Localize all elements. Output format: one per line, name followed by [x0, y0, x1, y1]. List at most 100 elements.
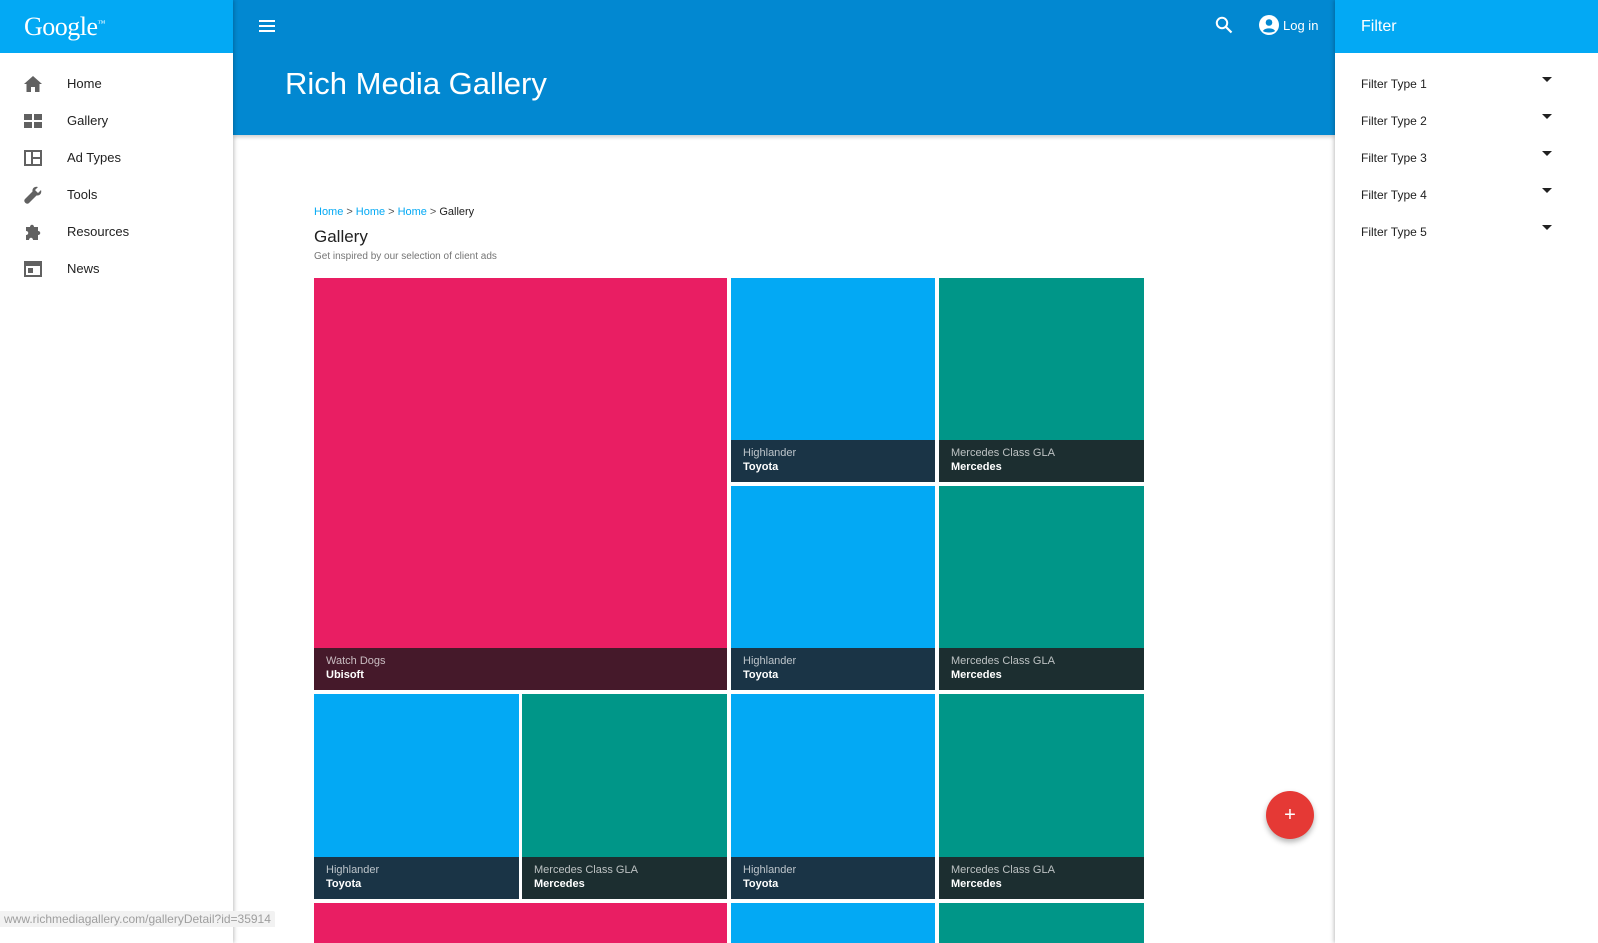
account-circle-icon: [1259, 15, 1279, 35]
sidebar-item-ad-types[interactable]: Ad Types: [0, 139, 233, 176]
sidebar-item-label: Tools: [67, 187, 98, 202]
sidebar-item-label: Ad Types: [67, 150, 121, 165]
gallery-tile[interactable]: Mercedes Class GLA Mercedes: [939, 694, 1144, 899]
gallery-tile[interactable]: Mercedes Class GLA Mercedes: [939, 278, 1144, 482]
tile-title: Mercedes Class GLA: [951, 655, 1055, 667]
breadcrumb: Home > Home > Home > Gallery: [314, 206, 1154, 218]
tile-subtitle: Mercedes: [951, 878, 1002, 890]
puzzle-icon: [24, 223, 42, 241]
tile-caption: Mercedes Class GLA Mercedes: [939, 648, 1144, 690]
gallery-tile[interactable]: [314, 903, 727, 943]
sidebar-item-gallery[interactable]: Gallery: [0, 102, 233, 139]
page-title: Rich Media Gallery: [285, 66, 547, 101]
caret-down-icon: [1542, 77, 1552, 82]
filter-label: Filter Type 3: [1361, 150, 1427, 165]
sidebar-item-label: News: [67, 261, 100, 276]
tile-subtitle: Mercedes: [534, 878, 585, 890]
filter-header: Filter: [1335, 0, 1598, 53]
sidebar-item-tools[interactable]: Tools: [0, 176, 233, 213]
tile-caption: Mercedes Class GLA Mercedes: [522, 857, 727, 899]
gallery-intro: Home > Home > Home > Gallery Gallery Get…: [314, 206, 1154, 262]
tile-subtitle: Toyota: [743, 461, 779, 473]
tile-caption: Highlander Toyota: [731, 440, 935, 482]
gallery-tile[interactable]: [731, 903, 935, 943]
filter-label: Filter Type 5: [1361, 224, 1427, 239]
gallery-tile[interactable]: Mercedes Class GLA Mercedes: [939, 486, 1144, 690]
section-subtitle: Get inspired by our selection of client …: [314, 251, 497, 262]
filter-dropdown-4[interactable]: Filter Type 4: [1335, 176, 1598, 213]
breadcrumb-link-home[interactable]: Home: [356, 206, 385, 218]
filter-dropdown-3[interactable]: Filter Type 3: [1335, 139, 1598, 176]
tile-caption: Watch Dogs Ubisoft: [314, 648, 727, 690]
tile-caption: Highlander Toyota: [731, 857, 935, 899]
breadcrumb-separator: >: [388, 206, 395, 218]
filter-label: Filter Type 2: [1361, 113, 1427, 128]
sidebar-nav: Home Gallery Ad Types Tools Resources Ne…: [0, 53, 233, 287]
section-title: Gallery: [314, 227, 368, 246]
google-logo[interactable]: Google™: [24, 12, 105, 42]
search-button[interactable]: [1215, 16, 1237, 38]
search-icon: [1215, 16, 1233, 34]
gallery-tile[interactable]: Highlander Toyota: [731, 694, 935, 899]
login-label: Log in: [1283, 17, 1319, 33]
tile-title: Highlander: [326, 864, 380, 876]
gallery-grid: Watch Dogs Ubisoft Highlander Toyota Mer…: [314, 278, 1145, 943]
tile-title: Highlander: [743, 655, 797, 667]
tile-subtitle: Toyota: [743, 878, 779, 890]
main-content: Log in Rich Media Gallery Home > Home > …: [233, 0, 1335, 943]
gallery-tile[interactable]: Highlander Toyota: [314, 694, 519, 899]
breadcrumb-link-home[interactable]: Home: [398, 206, 427, 218]
caret-down-icon: [1542, 151, 1552, 156]
tile-subtitle: Mercedes: [951, 669, 1002, 681]
tile-title: Highlander: [743, 864, 797, 876]
gallery-tile[interactable]: Mercedes Class GLA Mercedes: [522, 694, 727, 899]
gallery-tile[interactable]: [939, 903, 1144, 943]
tile-subtitle: Toyota: [326, 878, 362, 890]
tile-title: Mercedes Class GLA: [534, 864, 638, 876]
gallery-tile[interactable]: Highlander Toyota: [731, 278, 935, 482]
layout-icon: [24, 149, 42, 167]
tile-title: Mercedes Class GLA: [951, 447, 1055, 459]
hamburger-icon: [259, 20, 275, 32]
tile-caption: Mercedes Class GLA Mercedes: [939, 857, 1144, 899]
gallery-tile[interactable]: Watch Dogs Ubisoft: [314, 278, 727, 690]
filter-label: Filter Type 4: [1361, 187, 1427, 202]
filter-list: Filter Type 1 Filter Type 2 Filter Type …: [1335, 53, 1598, 250]
caret-down-icon: [1542, 114, 1552, 119]
sidebar-item-label: Resources: [67, 224, 130, 239]
tile-caption: Highlander Toyota: [314, 857, 519, 899]
tile-title: Watch Dogs: [326, 655, 386, 667]
sidebar-item-resources[interactable]: Resources: [0, 213, 233, 250]
sidebar-item-label: Gallery: [67, 113, 109, 128]
caret-down-icon: [1542, 188, 1552, 193]
tile-caption: Highlander Toyota: [731, 648, 935, 690]
sidebar-item-home[interactable]: Home: [0, 65, 233, 102]
tile-subtitle: Toyota: [743, 669, 779, 681]
filter-dropdown-2[interactable]: Filter Type 2: [1335, 102, 1598, 139]
caret-down-icon: [1542, 225, 1552, 230]
home-icon: [24, 75, 42, 93]
tile-title: Mercedes Class GLA: [951, 864, 1055, 876]
tile-subtitle: Ubisoft: [326, 669, 364, 681]
wrench-icon: [24, 186, 42, 204]
breadcrumb-separator: >: [346, 206, 353, 218]
filter-dropdown-5[interactable]: Filter Type 5: [1335, 213, 1598, 250]
left-sidebar: Google™ Home Gallery Ad Types Tools Reso…: [0, 0, 233, 943]
gallery-tile[interactable]: Highlander Toyota: [731, 486, 935, 690]
tile-title: Highlander: [743, 447, 797, 459]
add-fab-button[interactable]: +: [1266, 791, 1314, 839]
app-header: Log in Rich Media Gallery: [233, 0, 1335, 135]
tile-caption: Mercedes Class GLA Mercedes: [939, 440, 1144, 482]
tile-subtitle: Mercedes: [951, 461, 1002, 473]
breadcrumb-current: Gallery: [439, 206, 475, 218]
grid-icon: [24, 112, 42, 130]
sidebar-item-label: Home: [67, 76, 102, 91]
news-icon: [24, 260, 42, 278]
login-button[interactable]: Log in: [1259, 15, 1318, 35]
menu-button[interactable]: [257, 16, 277, 36]
logo-bar: Google™: [0, 0, 233, 53]
filter-dropdown-1[interactable]: Filter Type 1: [1335, 65, 1598, 102]
sidebar-item-news[interactable]: News: [0, 250, 233, 287]
filter-label: Filter Type 1: [1361, 76, 1427, 91]
breadcrumb-link-home[interactable]: Home: [314, 206, 343, 218]
